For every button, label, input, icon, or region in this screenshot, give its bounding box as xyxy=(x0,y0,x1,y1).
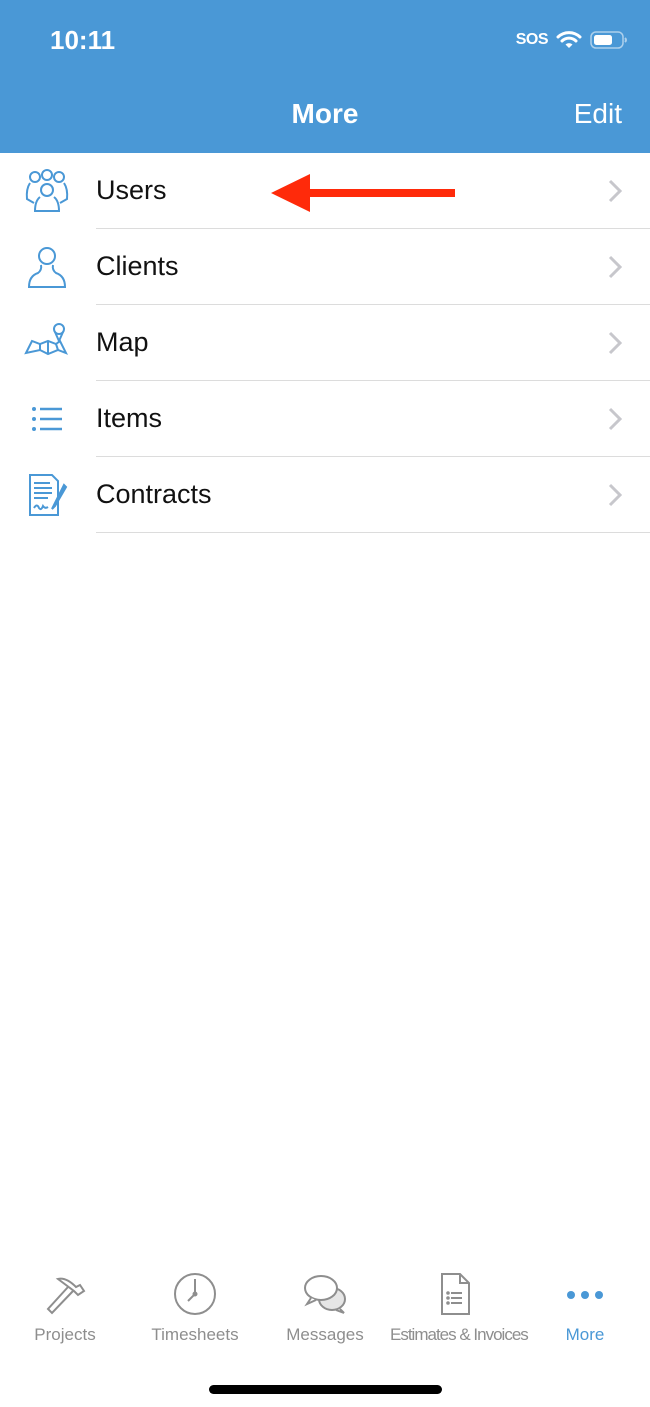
person-icon xyxy=(27,247,67,288)
tab-estimates-invoices[interactable]: Estimates & Invoices xyxy=(390,1265,529,1345)
list-item-label: Items xyxy=(96,403,163,433)
edit-button[interactable]: Edit xyxy=(574,98,622,130)
tab-bar: Projects Timesheets Messages Estimates &… xyxy=(0,1265,650,1355)
status-time: 10:11 xyxy=(50,25,116,55)
list-icon xyxy=(32,407,62,431)
document-icon xyxy=(441,1273,470,1315)
status-icons: SOS xyxy=(516,30,628,50)
tab-timesheets[interactable]: Timesheets xyxy=(130,1265,260,1345)
sos-indicator: SOS xyxy=(515,31,549,48)
users-group-icon xyxy=(25,169,69,212)
wifi-icon xyxy=(556,31,582,48)
list-item-label: Map xyxy=(96,327,149,357)
list-item-items[interactable]: Items xyxy=(0,381,650,457)
annotation-arrow xyxy=(271,174,455,212)
divider xyxy=(96,532,650,533)
home-indicator[interactable] xyxy=(209,1385,442,1394)
battery-icon xyxy=(590,31,627,49)
list-item-clients[interactable]: Clients xyxy=(0,229,650,305)
chevron-right-icon xyxy=(608,483,622,507)
chevron-right-icon xyxy=(608,407,622,431)
tab-label: Timesheets xyxy=(151,1325,239,1344)
tab-label: Estimates & Invoices xyxy=(390,1325,529,1344)
nav-header: 10:11 SOS More Edit xyxy=(0,0,650,153)
tab-label: Messages xyxy=(286,1325,364,1344)
tab-label: More xyxy=(565,1325,605,1344)
chevron-right-icon xyxy=(608,179,622,203)
chat-bubbles-icon xyxy=(304,1275,346,1314)
hammer-icon xyxy=(46,1277,86,1315)
list-item-contracts[interactable]: Contracts xyxy=(0,457,650,533)
tab-messages[interactable]: Messages xyxy=(260,1265,390,1345)
tab-more[interactable]: More xyxy=(520,1265,650,1345)
list-item-map[interactable]: Map xyxy=(0,305,650,381)
chevron-right-icon xyxy=(608,255,622,279)
list-item-label: Contracts xyxy=(96,479,212,509)
list-item-label: Clients xyxy=(96,251,179,281)
list-item-label: Users xyxy=(96,175,167,205)
chevron-right-icon xyxy=(608,331,622,355)
more-dots-icon xyxy=(567,1291,603,1299)
page-title: More xyxy=(291,98,359,129)
tab-projects[interactable]: Projects xyxy=(0,1265,130,1345)
contract-signature-icon xyxy=(29,474,68,516)
map-pin-icon xyxy=(24,323,69,356)
tab-label: Projects xyxy=(34,1325,96,1344)
clock-icon xyxy=(174,1273,216,1315)
